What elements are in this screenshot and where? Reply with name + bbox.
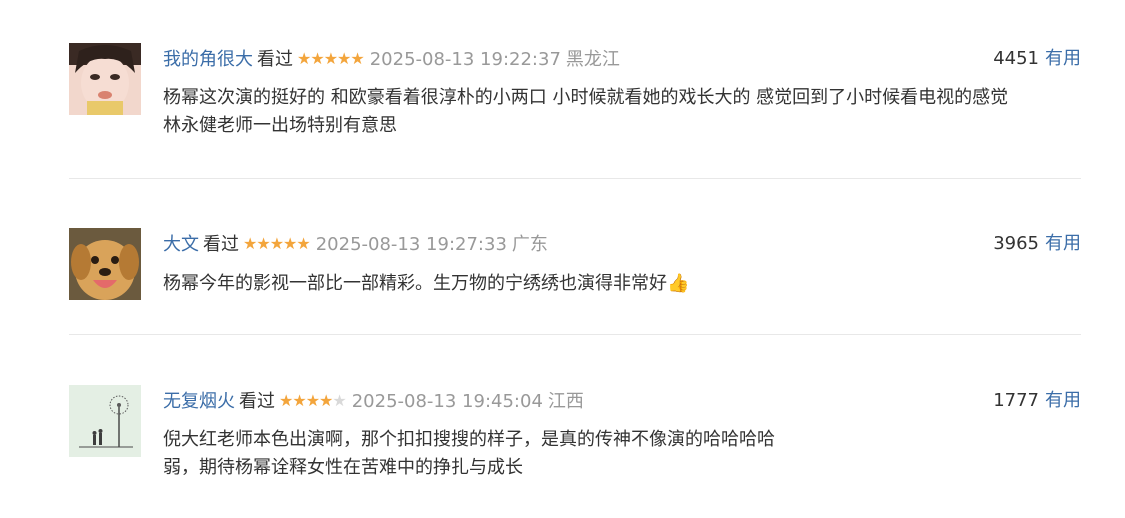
star-filled-icon: ★ <box>310 49 324 68</box>
useful-vote-button[interactable]: 有用 <box>1045 390 1081 411</box>
username-link[interactable]: 无复烟火 <box>163 391 235 412</box>
useful-vote-button[interactable]: 有用 <box>1045 48 1081 69</box>
comment-line: 林永健老师一出场特别有意思 <box>163 115 397 136</box>
useful-vote-button[interactable]: 有用 <box>1045 233 1081 254</box>
vote-count: 1777 <box>993 390 1039 411</box>
comment-location: 黑龙江 <box>565 49 620 70</box>
avatar[interactable] <box>69 228 141 300</box>
text-fade-overlay <box>820 418 1125 488</box>
comment-time: 2025-08-13 19:45:04 <box>351 391 543 412</box>
vote-area: 3965 有用 <box>993 229 1081 259</box>
star-filled-icon: ★ <box>319 391 333 410</box>
rating-stars: ★★★★★ <box>297 44 365 74</box>
rating-stars: ★★★★★ <box>279 386 347 416</box>
avatar[interactable] <box>69 385 141 457</box>
watch-status: 看过 <box>239 391 275 412</box>
star-filled-icon: ★ <box>256 234 270 253</box>
username-link[interactable]: 我的角很大 <box>163 49 253 70</box>
vote-area: 1777 有用 <box>993 386 1081 416</box>
star-filled-icon: ★ <box>297 49 311 68</box>
comment-location: 广东 <box>511 234 548 255</box>
comment-content: 杨幂今年的影视一部比一部精彩。生万物的宁绣绣也演得非常好👍 <box>163 270 1088 298</box>
star-filled-icon: ★ <box>305 391 320 410</box>
vote-count: 4451 <box>993 48 1039 69</box>
star-empty-icon: ★ <box>332 391 346 410</box>
star-filled-icon: ★ <box>323 49 338 68</box>
username-link[interactable]: 大文 <box>163 234 199 255</box>
comment-meta: 我的角很大 看过 ★★★★★ 2025-08-13 19:22:37 黑龙江 <box>163 44 620 74</box>
watch-status: 看过 <box>203 234 239 255</box>
vote-area: 4451 有用 <box>993 44 1081 74</box>
divider <box>69 178 1081 179</box>
comment-time: 2025-08-13 19:22:37 <box>369 49 561 70</box>
divider <box>69 334 1081 335</box>
star-filled-icon: ★ <box>337 49 351 68</box>
avatar[interactable] <box>69 43 141 115</box>
comment-content: 杨幂这次演的挺好的 和欧豪看着很淳朴的小两口 小时候就看她的戏长大的 感觉回到了… <box>163 84 1088 140</box>
vote-count: 3965 <box>993 233 1039 254</box>
comment-line: 杨幂今年的影视一部比一部精彩。生万物的宁绣绣也演得非常好👍 <box>163 273 690 294</box>
star-filled-icon: ★ <box>292 391 306 410</box>
rating-stars: ★★★★★ <box>243 229 311 259</box>
star-filled-icon: ★ <box>269 234 284 253</box>
star-filled-icon: ★ <box>350 49 364 68</box>
watch-status: 看过 <box>257 49 293 70</box>
star-filled-icon: ★ <box>296 234 310 253</box>
comment-location: 江西 <box>547 391 584 412</box>
comment-line: 杨幂这次演的挺好的 和欧豪看着很淳朴的小两口 小时候就看她的戏长大的 感觉回到了… <box>163 87 1009 108</box>
comment-meta: 无复烟火 看过 ★★★★★ 2025-08-13 19:45:04 江西 <box>163 386 584 416</box>
star-filled-icon: ★ <box>283 234 297 253</box>
comment-time: 2025-08-13 19:27:33 <box>315 234 507 255</box>
star-filled-icon: ★ <box>279 391 293 410</box>
star-filled-icon: ★ <box>243 234 257 253</box>
comment-meta: 大文 看过 ★★★★★ 2025-08-13 19:27:33 广东 <box>163 229 548 259</box>
